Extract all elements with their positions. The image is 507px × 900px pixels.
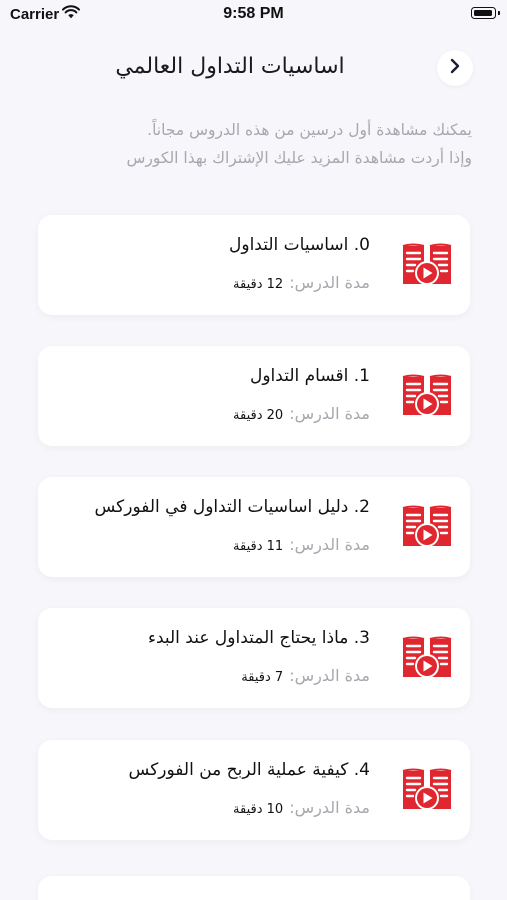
free-lessons-notice: يمكنك مشاهدة أول درسين من هذه الدروس مجا…	[24, 116, 472, 172]
lesson-title: 0. اساسيات التداول	[229, 235, 370, 255]
lesson-title: 3. ماذا يحتاج المتداول عند البدء	[147, 628, 370, 648]
lesson-duration: مدة الدرس: 11 دقيقة	[233, 535, 370, 554]
notice-line-1: يمكنك مشاهدة أول درسين من هذه الدروس مجا…	[147, 121, 472, 139]
lesson-card[interactable]: 0. اساسيات التداول مدة الدرس: 12 دقيقة	[38, 215, 470, 315]
lesson-card[interactable]: 3. ماذا يحتاج المتداول عند البدء مدة الد…	[38, 608, 470, 708]
lesson-duration: مدة الدرس: 10 دقيقة	[233, 798, 370, 817]
notice-line-2: وإذا أردت مشاهدة المزيد عليك الإشتراك به…	[126, 149, 472, 167]
lesson-title: 1. اقسام التداول	[250, 366, 370, 386]
lesson-card[interactable]: 1. اقسام التداول مدة الدرس: 20 دقيقة	[38, 346, 470, 446]
lesson-card[interactable]: 2. دليل اساسيات التداول في الفوركس مدة ا…	[38, 477, 470, 577]
status-time: 9:58 PM	[223, 5, 284, 22]
lesson-card[interactable]: 4. كيفية عملية الربح من الفوركس مدة الدر…	[38, 740, 470, 840]
duration-value: 12 دقيقة	[233, 277, 284, 292]
duration-value: 7 دقيقة	[241, 670, 284, 685]
duration-value: 20 دقيقة	[233, 408, 284, 423]
lesson-title: 2. دليل اساسيات التداول في الفوركس	[94, 497, 370, 517]
page-title: اساسيات التداول العالمي	[115, 54, 345, 79]
lesson-card-partial[interactable]	[38, 876, 470, 900]
lesson-duration: مدة الدرس: 20 دقيقة	[233, 404, 370, 423]
duration-value: 10 دقيقة	[233, 802, 284, 817]
duration-label: مدة الدرس:	[289, 666, 370, 685]
back-button[interactable]	[437, 50, 473, 86]
battery-icon	[471, 7, 500, 19]
duration-label: مدة الدرس:	[289, 798, 370, 817]
duration-value: 11 دقيقة	[233, 539, 284, 554]
duration-label: مدة الدرس:	[289, 273, 370, 292]
status-bar: Carrier 9:58 PM	[0, 0, 507, 30]
video-book-icon	[401, 243, 453, 287]
lesson-duration: مدة الدرس: 12 دقيقة	[233, 273, 370, 292]
video-book-icon	[401, 505, 453, 549]
chevron-right-icon	[449, 58, 461, 78]
video-book-icon	[401, 374, 453, 418]
video-book-icon	[401, 636, 453, 680]
video-book-icon	[401, 768, 453, 812]
duration-label: مدة الدرس:	[289, 535, 370, 554]
lesson-title: 4. كيفية عملية الربح من الفوركس	[128, 760, 370, 780]
duration-label: مدة الدرس:	[289, 404, 370, 423]
lesson-duration: مدة الدرس: 7 دقيقة	[241, 666, 370, 685]
